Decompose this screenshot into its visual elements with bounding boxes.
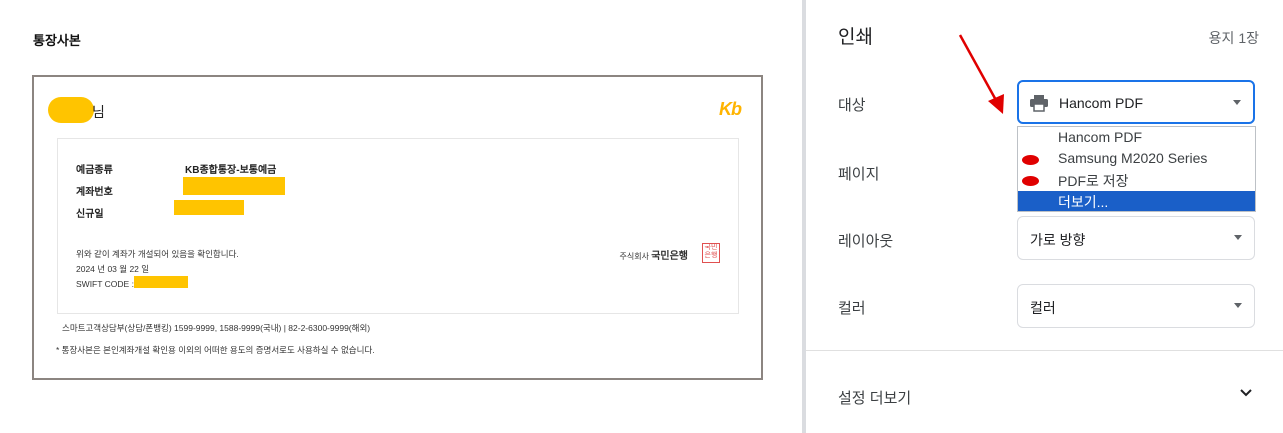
dropdown-option-more[interactable]: 더보기... [1018,191,1255,211]
destination-select[interactable]: Hancom PDF [1017,80,1255,124]
color-select[interactable]: 컬러 [1017,284,1255,328]
kb-logo-icon: Kb [719,99,742,119]
caret-down-icon [1234,235,1242,240]
name-suffix: 님 [92,104,105,120]
color-label: 컬러 [838,300,866,317]
dropdown-option-save-pdf[interactable]: PDF로 저장 [1018,170,1255,190]
field-label-account-number: 계좌번호 [76,187,113,198]
dropdown-option-hancom-pdf[interactable]: Hancom PDF [1018,128,1255,148]
sheet-count: 용지 1장 [1208,30,1259,46]
print-settings-panel: 인쇄 용지 1장 대상 Hancom PDF 페이지 레이아웃 가로 방향 컬러… [806,0,1283,433]
chevron-down-icon[interactable] [1239,386,1253,400]
color-value: 컬러 [1030,300,1056,316]
layout-select[interactable]: 가로 방향 [1017,216,1255,260]
destination-label: 대상 [838,97,866,114]
option-label: 더보기... [1058,194,1109,210]
destination-value: Hancom PDF [1059,95,1144,111]
date-line: 2024 년 03 월 22 일 [76,264,150,274]
caret-down-icon [1234,303,1242,308]
layout-value: 가로 방향 [1030,232,1086,248]
swift-label: SWIFT CODE : [76,279,134,289]
account-info-box: 예금종류 KB종합통장-보통예금 계좌번호 신규일 위와 같이 계좌가 개설되어… [57,138,739,314]
panel-title: 인쇄 [838,27,873,48]
redacted-account-number [183,177,285,195]
printer-icon [1030,95,1048,112]
dropdown-option-samsung[interactable]: Samsung M2020 Series [1018,149,1255,169]
stamp-prefix: 주식회사 [619,252,649,261]
print-preview-pane: 통장사본 님 Kb 예금종류 KB종합통장-보통예금 계좌번호 신규일 위와 같… [0,0,802,433]
footer-contact: 스마트고객상담부(상담/폰뱅킹) 1599-9999, 1588-9999(국내… [62,323,371,333]
cert-line: 위와 같이 계좌가 개설되어 있음을 확인합니다. [76,249,239,259]
redacted-open-date [174,200,244,215]
field-label-account-type: 예금종류 [76,165,113,176]
bank-seal-icon: 국민 은행 [702,243,720,263]
annotation-dot [1022,155,1039,165]
redacted-name [48,97,94,123]
redacted-swift-code [134,276,188,288]
option-label: Hancom PDF [1058,129,1143,145]
option-label: PDF로 저장 [1058,173,1129,189]
field-label-open-date: 신규일 [76,209,104,220]
annotation-dot [1022,176,1039,186]
stamp-bank-name: 국민은행 [651,251,688,262]
more-settings-label[interactable]: 설정 더보기 [838,387,911,408]
field-value-account-type: KB종합통장-보통예금 [185,165,277,176]
document-title: 통장사본 [33,33,81,48]
bank-stamp-text: 주식회사 국민은행 [620,247,689,262]
caret-down-icon [1233,100,1241,105]
passbook-copy-page: 님 Kb 예금종류 KB종합통장-보통예금 계좌번호 신규일 위와 같이 계좌가… [32,75,763,380]
footer-notice: * 통장사본은 본인계좌개설 확인용 이외의 어떠한 용도의 증명서로도 사용하… [56,345,375,355]
pages-label: 페이지 [838,166,880,183]
option-label: Samsung M2020 Series [1058,150,1208,166]
section-divider [806,350,1283,351]
layout-label: 레이아웃 [838,233,894,250]
destination-dropdown: Hancom PDF Samsung M2020 Series PDF로 저장 … [1017,126,1256,212]
